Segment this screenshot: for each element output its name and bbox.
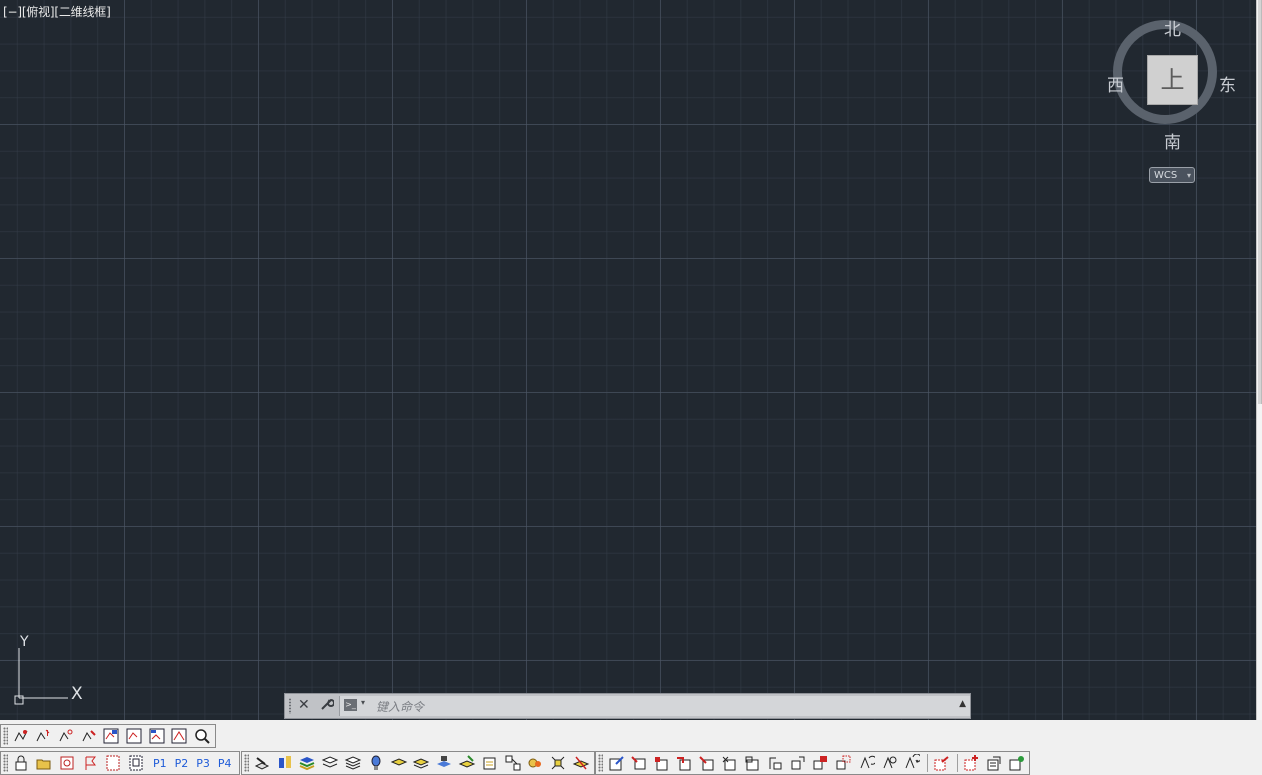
block-redefine-icon[interactable] [697, 753, 717, 773]
zoom-realtime-icon[interactable] [192, 726, 212, 746]
viewcube[interactable]: 北 南 西 东 上 WCS ▾ [1100, 12, 1250, 192]
wrench-icon[interactable] [320, 697, 335, 715]
ucs-menu-label: WCS [1154, 170, 1178, 181]
command-input[interactable] [374, 697, 938, 716]
vertical-scrollbar[interactable] [1256, 0, 1262, 720]
viewcube-top-face[interactable]: 上 [1147, 55, 1198, 105]
layer-merge-icon[interactable] [503, 753, 523, 773]
block-refresh-icon[interactable] [901, 753, 921, 773]
layout-p4-button[interactable]: P4 [218, 757, 232, 770]
viewport-icon[interactable] [126, 753, 146, 773]
block-refedit-icon[interactable] [720, 753, 740, 773]
tool-pick-icon[interactable] [11, 726, 31, 746]
history-up-icon[interactable]: ▲ [959, 699, 966, 709]
block-bind-icon[interactable] [765, 753, 785, 773]
ucs-y-label: Y [19, 634, 29, 650]
toolbar-modify [595, 751, 1030, 775]
block-clip-icon[interactable] [742, 753, 762, 773]
command-input-area[interactable]: >_ ▾ ▲ [339, 696, 970, 716]
zoom-all-icon[interactable] [170, 726, 190, 746]
xref-check-icon[interactable] [1006, 753, 1026, 773]
prompt-icon[interactable]: >_ [344, 699, 357, 711]
grip-handle-icon[interactable] [288, 698, 292, 714]
layer-stack-icon[interactable] [298, 753, 318, 773]
layer-lock-icon[interactable] [434, 753, 454, 773]
layer-freeze-icon[interactable] [457, 753, 477, 773]
toolbar-grip[interactable] [3, 754, 8, 772]
block-color-icon[interactable] [811, 753, 831, 773]
toolbar-layout: P1 P2 P3 P4 [0, 751, 240, 775]
compass-west[interactable]: 西 [1107, 71, 1124, 96]
block-insert-icon[interactable] [629, 753, 649, 773]
tool-point-icon[interactable] [34, 726, 54, 746]
block-make-icon[interactable] [651, 753, 671, 773]
layer-match-icon[interactable] [252, 753, 272, 773]
toolbar-grip[interactable] [3, 727, 8, 745]
layer-translate-icon[interactable] [548, 753, 568, 773]
ucs-x-label: X [71, 684, 83, 704]
toolbar-layers [241, 751, 595, 775]
compass-south[interactable]: 南 [1164, 128, 1181, 153]
chevron-down-icon: ▾ [1186, 171, 1191, 180]
layout-p2-button[interactable]: P2 [175, 757, 189, 770]
chevron-down-icon[interactable]: ▾ [361, 698, 365, 707]
block-scale-icon[interactable] [879, 753, 899, 773]
open-folder-icon[interactable] [34, 753, 54, 773]
layout-p1-button[interactable]: P1 [153, 757, 167, 770]
plot-icon[interactable] [57, 753, 77, 773]
layout-p3-button[interactable]: P3 [196, 757, 210, 770]
layer-walk-icon[interactable] [480, 753, 500, 773]
toolbar-separator [956, 754, 958, 772]
xref-attach-icon[interactable] [961, 753, 981, 773]
block-edit-icon[interactable] [606, 753, 626, 773]
toolbar-separator [927, 754, 929, 772]
toolbar-grip[interactable] [598, 754, 603, 772]
block-dashed-icon[interactable] [833, 753, 853, 773]
layer-delete-icon[interactable] [526, 753, 546, 773]
bulb-icon[interactable] [366, 753, 386, 773]
viewport-controls-label[interactable]: [−][俯视][二维线框] [3, 3, 111, 20]
sheet-icon[interactable] [103, 753, 123, 773]
toolbar-view [0, 724, 216, 748]
xref-manager-icon[interactable] [984, 753, 1004, 773]
compass-north[interactable]: 北 [1164, 15, 1181, 40]
zoom-previous-icon[interactable] [147, 726, 167, 746]
compass-east[interactable]: 东 [1219, 71, 1236, 96]
tool-snap-icon[interactable] [56, 726, 76, 746]
lock-icon[interactable] [11, 753, 31, 773]
toolbar-grip[interactable] [244, 754, 249, 772]
block-extract-icon[interactable] [788, 753, 808, 773]
tool-edit-icon[interactable] [79, 726, 99, 746]
block-export-icon[interactable] [931, 753, 951, 773]
layer-states-icon[interactable] [343, 753, 363, 773]
zoom-extents-icon[interactable] [124, 726, 144, 746]
block-attach-icon[interactable] [674, 753, 694, 773]
scrollbar-thumb[interactable] [1258, 0, 1262, 404]
flag-icon[interactable] [80, 753, 100, 773]
command-line[interactable]: ✕ >_ ▾ ▲ [284, 693, 971, 719]
block-rotate-icon[interactable] [856, 753, 876, 773]
ucs-menu-button[interactable]: WCS ▾ [1149, 167, 1195, 183]
layer-previous-icon[interactable] [320, 753, 340, 773]
drawing-canvas[interactable]: [−][俯视][二维线框] 北 南 西 东 上 WCS ▾ Y X [0, 0, 1256, 720]
layer-off-icon[interactable] [571, 753, 591, 773]
layer-unisolate-icon[interactable] [412, 753, 432, 773]
layer-properties-icon[interactable] [275, 753, 295, 773]
zoom-window-icon[interactable] [102, 726, 122, 746]
ucs-icon: Y X [14, 634, 83, 705]
close-icon[interactable]: ✕ [298, 697, 310, 713]
layer-isolate-icon[interactable] [389, 753, 409, 773]
